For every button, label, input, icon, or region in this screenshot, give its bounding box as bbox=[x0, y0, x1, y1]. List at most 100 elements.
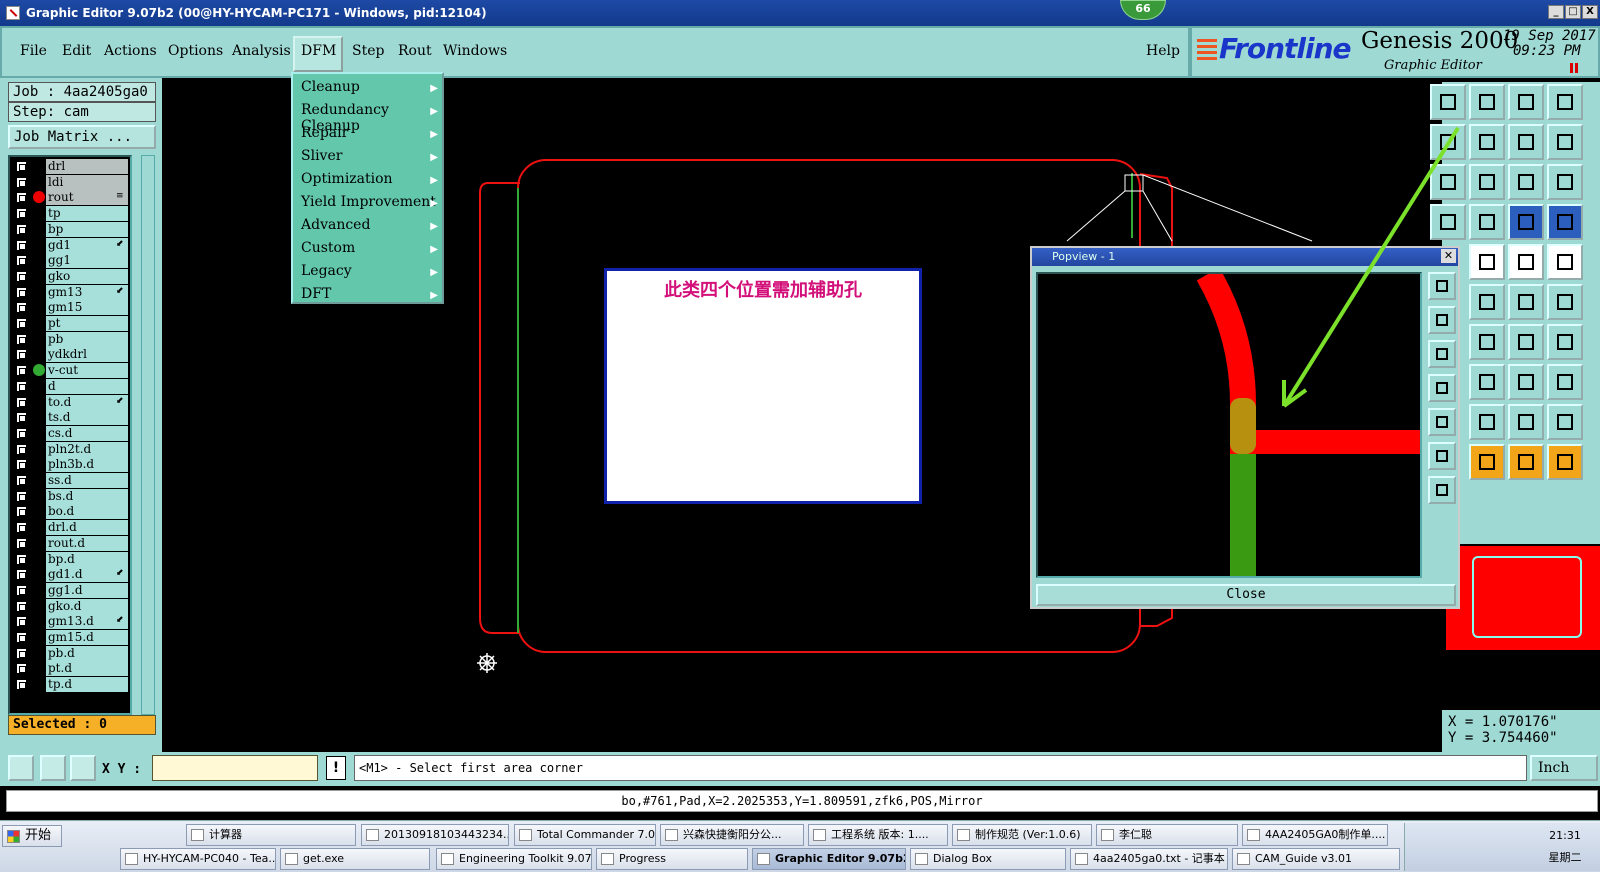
layer-checkbox[interactable] bbox=[16, 443, 27, 455]
dfm-item-yield-improvement[interactable]: Yield Improvement bbox=[301, 194, 436, 210]
toolbar-button[interactable] bbox=[1508, 124, 1544, 160]
layer-row[interactable]: gg1 bbox=[12, 253, 130, 269]
layer-row[interactable]: ts.d bbox=[12, 410, 130, 426]
popview-close-button[interactable]: Close bbox=[1036, 584, 1456, 606]
layer-name[interactable]: drl.d bbox=[46, 520, 128, 536]
layer-checkbox[interactable] bbox=[16, 302, 27, 314]
toolbar-button[interactable] bbox=[1508, 204, 1544, 240]
dfm-item-optimization[interactable]: Optimization bbox=[301, 171, 393, 187]
layer-row[interactable]: rout.d bbox=[12, 535, 130, 551]
layer-name[interactable]: pb bbox=[46, 331, 128, 347]
layer-row[interactable]: bs.d bbox=[12, 488, 130, 504]
window-title-bar[interactable]: Graphic Editor 9.07b2 (00@HY-HYCAM-PC171… bbox=[0, 0, 1600, 26]
toolbar-button[interactable] bbox=[1508, 324, 1544, 360]
layer-checkbox[interactable] bbox=[16, 192, 27, 204]
layer-row[interactable]: tp.d bbox=[12, 677, 130, 693]
layer-list-scrollbar[interactable] bbox=[141, 155, 155, 715]
toolbar-button[interactable] bbox=[1469, 444, 1505, 480]
layer-row[interactable]: bp bbox=[12, 221, 130, 237]
menu-analysis[interactable]: Analysis bbox=[232, 43, 291, 59]
layer-name[interactable]: pb.d bbox=[46, 645, 128, 661]
pause-icon[interactable] bbox=[1570, 63, 1578, 73]
layer-row[interactable]: ⬋ gd1.d bbox=[12, 567, 130, 583]
layer-row[interactable]: bp.d bbox=[12, 551, 130, 567]
start-button[interactable]: 开始 bbox=[2, 825, 62, 847]
toolbar-button[interactable] bbox=[1508, 244, 1544, 280]
layer-row[interactable]: ⬋ gm13.d bbox=[12, 614, 130, 630]
layer-checkbox[interactable] bbox=[16, 584, 27, 596]
layer-checkbox[interactable] bbox=[16, 506, 27, 518]
toolbar-button[interactable] bbox=[1469, 124, 1505, 160]
popview-tool-button[interactable] bbox=[1428, 476, 1456, 504]
layer-row[interactable]: d bbox=[12, 378, 130, 394]
layer-name[interactable]: drl bbox=[46, 159, 128, 174]
layer-name[interactable]: d bbox=[46, 378, 128, 394]
layer-checkbox[interactable] bbox=[16, 475, 27, 486]
layer-row[interactable]: gko bbox=[12, 268, 130, 284]
layer-checkbox[interactable] bbox=[16, 616, 27, 628]
layer-row[interactable]: tp bbox=[12, 206, 130, 222]
layer-row[interactable]: gko.d bbox=[12, 598, 130, 614]
toolbar-button[interactable] bbox=[1547, 244, 1583, 280]
units-selector[interactable]: Inch bbox=[1530, 755, 1598, 781]
layer-checkbox[interactable] bbox=[16, 412, 27, 424]
toolbar-button[interactable] bbox=[1547, 404, 1583, 440]
clock[interactable]: 21:31 星期二 bbox=[1535, 825, 1595, 869]
menu-windows[interactable]: Windows bbox=[443, 43, 507, 59]
job-matrix-button[interactable]: Job Matrix ... bbox=[8, 125, 156, 149]
layer-name[interactable]: gg1 bbox=[46, 253, 128, 269]
layer-name[interactable]: rout.d bbox=[46, 535, 128, 551]
layer-row[interactable]: ydkdrl bbox=[12, 347, 130, 363]
layer-checkbox[interactable] bbox=[16, 600, 27, 612]
xy-input[interactable] bbox=[152, 755, 318, 781]
layer-name[interactable]: bp bbox=[46, 221, 128, 237]
menu-edit[interactable]: Edit bbox=[62, 43, 91, 59]
overview-minimap[interactable] bbox=[1442, 544, 1600, 652]
layer-checkbox[interactable] bbox=[16, 396, 27, 408]
toolbar-button[interactable] bbox=[1508, 164, 1544, 200]
dfm-item-repair[interactable]: Repair bbox=[301, 125, 348, 141]
layer-checkbox[interactable] bbox=[16, 679, 27, 691]
layer-name[interactable]: bo.d bbox=[46, 504, 128, 520]
layer-name[interactable]: v-cut bbox=[46, 363, 128, 379]
alert-button[interactable]: ! bbox=[326, 756, 346, 780]
layer-checkbox[interactable] bbox=[16, 176, 27, 188]
toolbar-button[interactable] bbox=[1469, 404, 1505, 440]
popview-tool-button[interactable] bbox=[1428, 442, 1456, 470]
layer-row[interactable]: ss.d bbox=[12, 473, 130, 488]
layer-row[interactable]: ldi bbox=[12, 174, 130, 190]
toolbar-button[interactable] bbox=[1547, 364, 1583, 400]
layer-name[interactable]: bp.d bbox=[46, 551, 128, 567]
taskbar-item[interactable]: HY-HYCAM-PC040 - Tea... bbox=[120, 848, 276, 870]
toolbar-button[interactable] bbox=[1469, 324, 1505, 360]
layer-name[interactable]: gm15 bbox=[46, 300, 128, 316]
taskbar-item[interactable]: 计算器 bbox=[186, 824, 356, 846]
taskbar-item[interactable]: 制作规范 (Ver:1.0.6) bbox=[952, 824, 1092, 846]
layer-row[interactable]: gg1.d bbox=[12, 582, 130, 598]
layer-row[interactable]: pt.d bbox=[12, 661, 130, 677]
toolbar-button[interactable] bbox=[1547, 444, 1583, 480]
taskbar-item[interactable]: 兴森快捷衡阳分公... bbox=[660, 824, 804, 846]
dfm-item-sliver[interactable]: Sliver bbox=[301, 148, 342, 164]
layer-checkbox[interactable] bbox=[16, 286, 27, 298]
layer-checkbox[interactable] bbox=[16, 569, 27, 581]
layer-checkbox[interactable] bbox=[16, 522, 27, 534]
layer-row[interactable]: pln3b.d bbox=[12, 457, 130, 473]
layer-checkbox[interactable] bbox=[16, 459, 27, 471]
toolbar-button[interactable] bbox=[1430, 84, 1466, 120]
layer-checkbox[interactable] bbox=[16, 632, 27, 643]
layer-name[interactable]: bs.d bbox=[46, 488, 128, 504]
layer-name[interactable]: gg1.d bbox=[46, 582, 128, 598]
layer-row[interactable]: drl bbox=[12, 159, 130, 174]
dfm-item-legacy[interactable]: Legacy bbox=[301, 263, 352, 279]
toolbar-button[interactable] bbox=[1469, 204, 1505, 240]
layer-row[interactable]: drl.d bbox=[12, 520, 130, 536]
layer-checkbox[interactable] bbox=[16, 255, 27, 267]
dfm-item-cleanup[interactable]: Cleanup bbox=[301, 79, 360, 95]
dfm-item-advanced[interactable]: Advanced bbox=[301, 217, 370, 233]
measure-tool-button[interactable] bbox=[40, 755, 66, 781]
menu-options[interactable]: Options bbox=[168, 43, 223, 59]
taskbar-item[interactable]: Dialog Box bbox=[910, 848, 1066, 870]
layer-checkbox[interactable] bbox=[16, 380, 27, 392]
toolbar-button[interactable] bbox=[1547, 324, 1583, 360]
